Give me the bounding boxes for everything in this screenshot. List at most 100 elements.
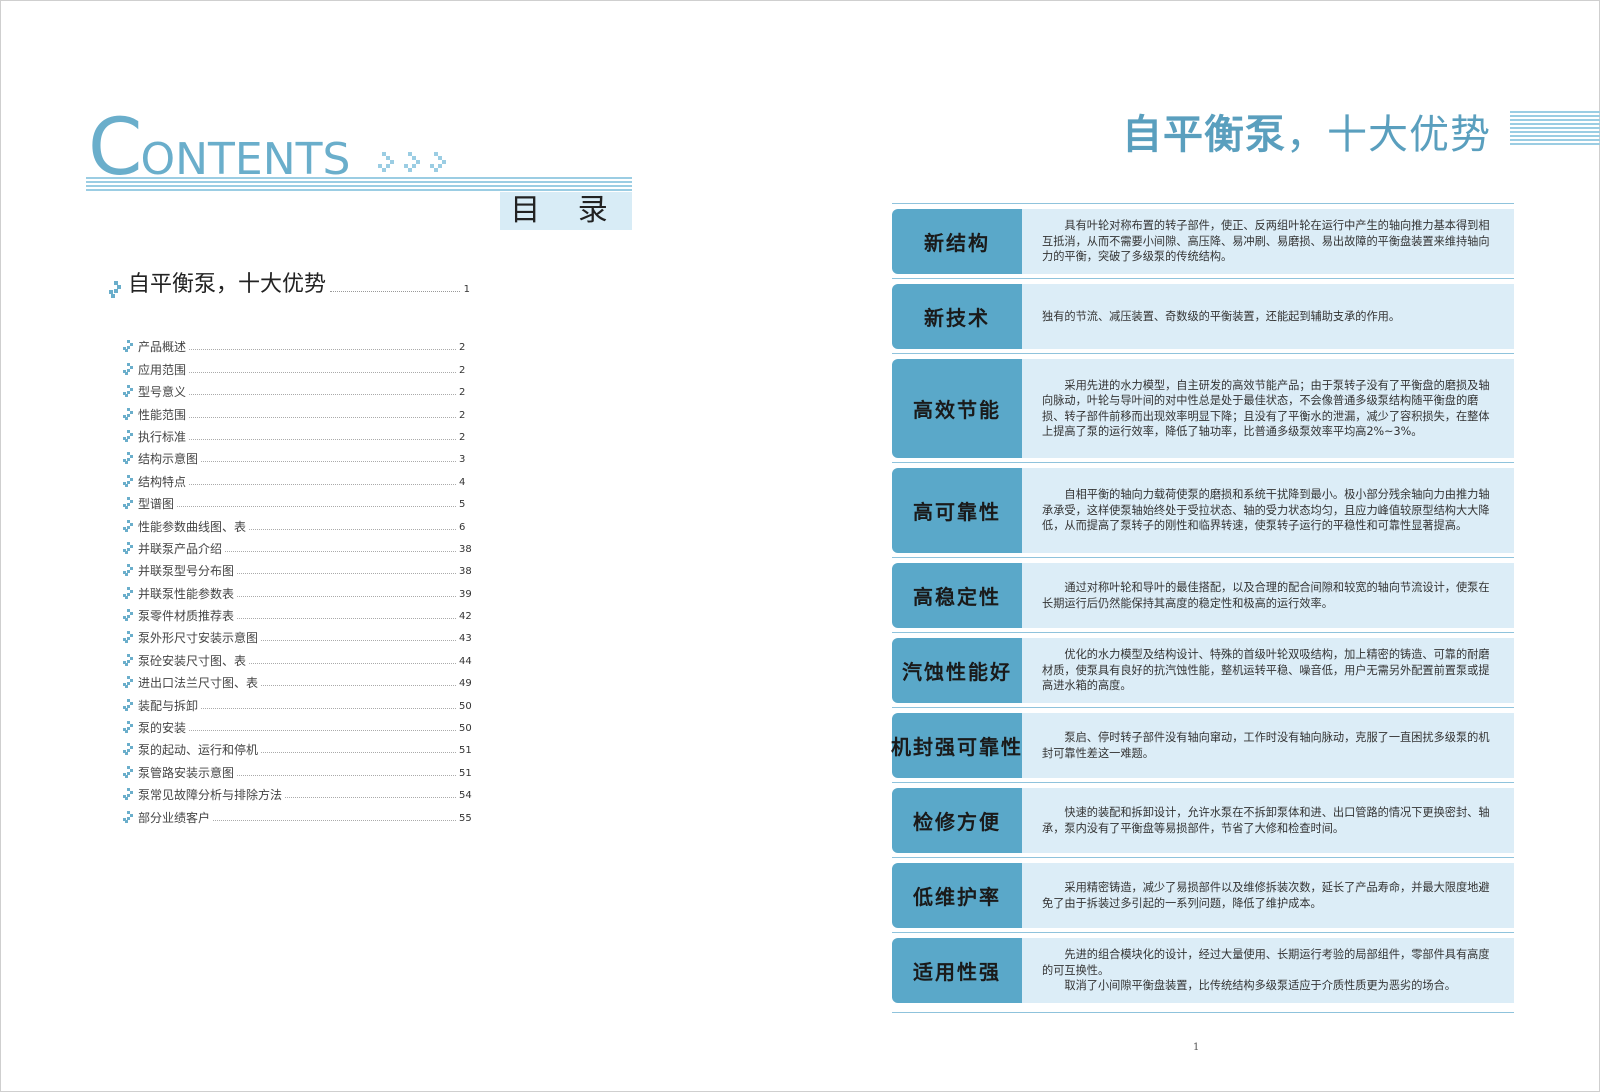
toc-item-label: 结构示意图 — [138, 452, 199, 467]
toc-item-page: 2 — [459, 409, 466, 421]
toc-item[interactable]: 泵砼安装尺寸图、表 44 — [123, 646, 473, 668]
arrow-bullet-icon — [123, 497, 133, 510]
advantage-label: 新结构 — [892, 209, 1022, 274]
toc-item-page: 5 — [459, 499, 466, 511]
contents-heading: CONTENTS — [88, 108, 350, 188]
dot-leader — [261, 752, 456, 754]
advantage-label: 机封强可靠性 — [891, 713, 1022, 778]
advantage-description: 通过对称叶轮和导叶的最佳搭配，以及合理的配合间隙和较宽的轴向节流设计，使泵在长期… — [1042, 581, 1490, 610]
toc-item[interactable]: 并联泵型号分布图 38 — [123, 557, 473, 579]
dot-leader — [261, 685, 456, 687]
arrow-bullet-icon — [123, 362, 133, 375]
toc-item[interactable]: 执行标准 2 — [123, 423, 473, 445]
advantage-row: 高可靠性 自相平衡的轴向力载荷使泵的磨损和系统干扰降到最小。极小部分残余轴向力由推… — [892, 462, 1514, 557]
toc-item[interactable]: 型谱图 5 — [123, 490, 473, 512]
toc-item-label: 并联泵型号分布图 — [138, 564, 235, 579]
toc-item-label: 装配与拆卸 — [138, 698, 199, 713]
arrow-bullet-icon — [123, 429, 133, 442]
arrow-bullet-icon — [123, 564, 133, 577]
advantage-row: 新技术 独有的节流、减压装置、奇数级的平衡装置，还能起到辅助支承的作用。 — [892, 278, 1514, 353]
advantage-row: 高效节能 采用先进的水力模型，自主研发的高效节能产品；由于泵转子没有了平衡盘的磨损… — [892, 353, 1514, 462]
arrow-bullet-icon — [123, 698, 133, 711]
toc-item[interactable]: 产品概述 2 — [123, 333, 473, 355]
toc-item-label: 进出口法兰尺寸图、表 — [138, 676, 259, 691]
dot-leader — [237, 595, 456, 597]
toc-item-label: 泵零件材质推荐表 — [138, 609, 235, 624]
toc-item-page: 44 — [459, 655, 472, 667]
advantage-description: 独有的节流、减压装置、奇数级的平衡装置，还能起到辅助支承的作用。 — [1042, 309, 1401, 323]
toc-item[interactable]: 泵零件材质推荐表 42 — [123, 602, 473, 624]
toc-item[interactable]: 泵外形尺寸安装示意图 43 — [123, 624, 473, 646]
dot-leader — [189, 416, 456, 418]
advantage-description-box: 泵启、停时转子部件没有轴向窜动，工作时没有轴向脉动，克服了一直困扰多级泵的机封可… — [1022, 713, 1514, 778]
advantage-description: 具有叶轮对称布置的转子部件，使正、反两组叶轮在运行中产生的轴向推力基本得到相互抵… — [1042, 219, 1490, 264]
toc-item-label: 部分业绩客户 — [138, 810, 211, 825]
dot-leader — [189, 438, 456, 440]
arrow-bullet-icon — [123, 721, 133, 734]
advantage-label: 低维护率 — [892, 863, 1022, 928]
toc-item-page: 43 — [459, 633, 472, 645]
toc-item-page: 6 — [459, 521, 466, 533]
arrow-bullet-icon — [123, 788, 133, 801]
advantage-label: 高稳定性 — [892, 563, 1022, 628]
toc-item[interactable]: 泵的起动、运行和停机 51 — [123, 736, 473, 758]
advantages-list: 新结构 具有叶轮对称布置的转子部件，使正、反两组叶轮在运行中产生的轴向推力基本得到… — [891, 203, 1514, 1007]
toc-item[interactable]: 泵管路安装示意图 51 — [123, 758, 473, 780]
dot-leader — [189, 483, 456, 485]
arrow-bullet-icon — [123, 474, 133, 487]
toc-item[interactable]: 结构特点 4 — [123, 467, 473, 489]
toc-item-page: 38 — [459, 566, 472, 578]
toc-item[interactable]: 性能范围 2 — [123, 400, 473, 422]
toc-item-label: 泵外形尺寸安装示意图 — [138, 631, 259, 646]
toc-item[interactable]: 并联泵性能参数表 39 — [123, 579, 473, 601]
toc-item[interactable]: 进出口法兰尺寸图、表 49 — [123, 669, 473, 691]
advantage-description: 优化的水力模型及结构设计、特殊的首级叶轮双吸结构，加上精密的铸造、可靠的耐磨材质… — [1042, 648, 1490, 693]
advantage-label: 适用性强 — [892, 938, 1022, 1003]
arrow-bullet-icon — [123, 743, 133, 756]
arrow-bullet-icon — [123, 407, 133, 420]
dot-leader — [237, 573, 456, 575]
toc-item-label: 并联泵产品介绍 — [138, 541, 223, 556]
advantage-description: 取消了小间隙平衡盘装置，比传统结构多级泵适应于介质性质更为恶劣的场合。 — [1064, 979, 1456, 993]
toc-item[interactable]: 装配与拆卸 50 — [123, 691, 473, 713]
toc-item[interactable]: 结构示意图 3 — [123, 445, 473, 467]
toc-item-label: 执行标准 — [138, 429, 187, 444]
toc-item[interactable]: 泵的安装 50 — [123, 714, 473, 736]
advantage-description-box: 采用先进的水力模型，自主研发的高效节能产品；由于泵转子没有了平衡盘的磨损及轴向脉… — [1022, 359, 1514, 458]
arrow-bullet-icon — [123, 385, 133, 398]
arrow-bullet-icon — [123, 340, 133, 353]
toc-item-label: 泵的安装 — [138, 721, 187, 736]
title-bold: 自平衡泵 — [1122, 112, 1286, 158]
advantage-description-box: 自相平衡的轴向力载荷使泵的磨损和系统干扰降到最小。极小部分残余轴向力由推力轴承承… — [1022, 468, 1514, 553]
advantage-description-box: 通过对称叶轮和导叶的最佳搭配，以及合理的配合间隙和较宽的轴向节流设计，使泵在长期… — [1022, 563, 1514, 628]
toc-item-page: 38 — [459, 543, 472, 555]
toc-item[interactable]: 应用范围 2 — [123, 355, 473, 377]
arrow-bullet-icon — [123, 586, 133, 599]
toc-item-label: 产品概述 — [138, 340, 187, 355]
page-number: 1 — [1193, 1042, 1200, 1053]
arrow-bullet-icon — [123, 765, 133, 778]
dot-leader — [285, 797, 456, 799]
toc-item[interactable]: 部分业绩客户 55 — [123, 803, 473, 825]
arrow-bullet-icon — [123, 631, 133, 644]
arrow-bullet-icon — [123, 452, 133, 465]
toc-item-label: 泵的起动、运行和停机 — [138, 743, 259, 758]
dot-leader — [249, 528, 456, 530]
toc-item[interactable]: 性能参数曲线图、表 6 — [123, 512, 473, 534]
toc-item[interactable]: 并联泵产品介绍 38 — [123, 535, 473, 557]
dot-leader — [249, 662, 456, 664]
toc-main-entry[interactable]: 自平衡泵，十大优势 1 — [108, 268, 470, 298]
heading-rule — [86, 177, 632, 193]
advantage-description: 快速的装配和拆卸设计，允许水泵在不拆卸泵体和进、出口管路的情况下更换密封、轴承，… — [1042, 806, 1490, 835]
advantage-label: 检修方便 — [892, 788, 1022, 853]
title-stripe-decoration — [1510, 111, 1600, 147]
advantage-description: 泵启、停时转子部件没有轴向窜动，工作时没有轴向脉动，克服了一直困扰多级泵的机封可… — [1042, 731, 1490, 760]
toc-item[interactable]: 型号意义 2 — [123, 378, 473, 400]
toc-item[interactable]: 泵常见故障分析与排除方法 54 — [123, 781, 473, 803]
advantage-label: 新技术 — [892, 284, 1022, 349]
toc-main-title: 自平衡泵，十大优势 — [128, 272, 327, 297]
advantage-description: 自相平衡的轴向力载荷使泵的磨损和系统干扰降到最小。极小部分残余轴向力由推力轴承承… — [1042, 488, 1490, 533]
advantage-description-box: 独有的节流、减压装置、奇数级的平衡装置，还能起到辅助支承的作用。 — [1022, 284, 1514, 349]
toc-item-page: 50 — [459, 723, 472, 735]
advantage-description: 先进的组合模块化的设计，经过大量使用、长期运行考验的局部组件，零部件具有高度的可… — [1042, 948, 1490, 977]
